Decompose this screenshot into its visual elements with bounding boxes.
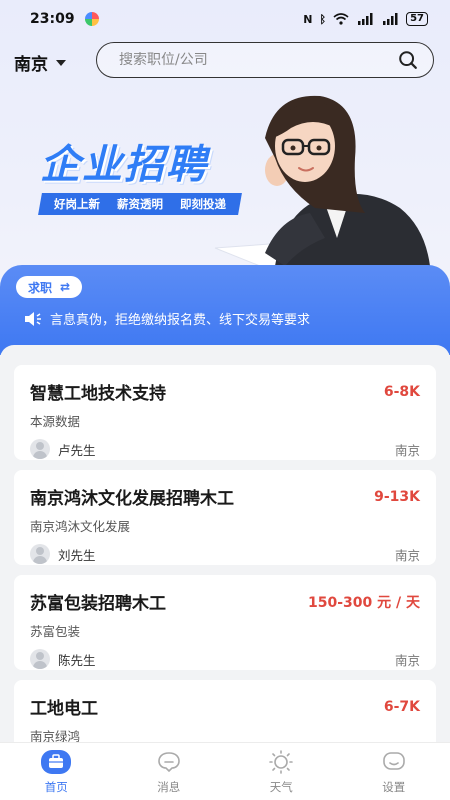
hero-title: 企业招聘 [40,142,208,188]
job-card[interactable]: 苏富包装招聘木工 150-300 元 / 天 苏富包装 陈先生 南京 [14,575,436,670]
tab-label: 首页 [44,780,68,794]
notice-panel: 求职 ⇄ 言息真伪，拒绝缴纳报名费、线下交易等要求 [0,265,450,355]
battery-level: 57 [406,12,428,26]
tab-messages[interactable]: 消息 [124,749,214,795]
job-company: 本源数据 [30,414,81,429]
job-list: 智慧工地技术支持 6-8K 本源数据 卢先生 南京 南京鸿沐文化发展招聘木工 9… [0,345,450,745]
businesswoman-illustration [214,95,430,268]
settings-face-icon [379,749,409,775]
wifi-icon [333,13,349,25]
job-salary: 6-8K [383,383,420,400]
tab-label: 设置 [382,780,406,794]
city-selector[interactable]: 南京 [14,50,66,75]
tab-home[interactable]: 首页 [11,749,101,795]
job-card[interactable]: 工地电工 6-7K 南京绿鸿 [14,680,436,745]
avatar [30,439,50,459]
search-icon[interactable] [397,49,419,71]
chat-bubble-icon [154,749,184,775]
job-title: 智慧工地技术支持 [30,384,166,404]
nfc-icon: N [303,12,313,26]
bluetooth-icon: ᛒ [319,12,327,26]
job-title: 工地电工 [30,699,98,719]
sun-icon [266,749,296,775]
tab-label: 消息 [157,780,181,794]
switch-arrows-icon: ⇄ [60,280,71,294]
tagline-item: 好岗上新 [54,197,101,211]
city-label: 南京 [14,55,48,75]
tab-weather[interactable]: 天气 [236,749,326,795]
speaker-icon [25,311,41,326]
tab-label: 天气 [269,780,293,794]
job-city: 南京 [394,442,420,458]
signal-4g-icon [383,13,398,25]
recruiter-name: 卢先生 [58,442,96,458]
job-city: 南京 [394,547,420,563]
job-card[interactable]: 智慧工地技术支持 6-8K 本源数据 卢先生 南京 [14,365,436,460]
recruiter-name: 陈先生 [58,652,96,668]
job-salary: 9-13K [374,488,420,505]
search-box[interactable] [96,42,434,78]
caret-down-icon [56,59,66,66]
tagline-item: 薪资透明 [116,197,163,211]
job-card[interactable]: 南京鸿沐文化发展招聘木工 9-13K 南京鸿沐文化发展 刘先生 南京 [14,470,436,565]
app-notification-icon [84,12,99,26]
job-company: 苏富包装 [30,624,81,639]
job-title: 南京鸿沐文化发展招聘木工 [30,489,234,509]
recruiter: 刘先生 [30,544,96,564]
job-company: 南京鸿沐文化发展 [30,519,131,534]
job-salary: 6-7K [383,698,420,715]
job-city: 南京 [394,652,420,668]
recruiter: 陈先生 [30,649,96,669]
job-seeking-mode-toggle[interactable]: 求职 ⇄ [16,276,83,298]
avatar [30,649,50,669]
job-title: 苏富包装招聘木工 [30,594,166,614]
mode-label: 求职 [28,280,53,295]
safety-notice: 言息真伪，拒绝缴纳报名费、线下交易等要求 [24,309,310,328]
avatar [30,544,50,564]
bottom-tab-bar: 首页 消息 天气 设置 [0,742,450,800]
signal-4g-icon [358,13,373,25]
status-time: 23:09 [30,11,75,27]
search-input[interactable] [119,52,397,68]
notice-text: 言息真伪，拒绝缴纳报名费、线下交易等要求 [50,313,311,328]
tab-settings[interactable]: 设置 [349,749,439,795]
job-salary: 150-300 元 / 天 [308,594,420,611]
recruiter: 卢先生 [30,439,96,459]
recruiter-name: 刘先生 [58,547,96,563]
briefcase-icon [41,749,72,775]
status-bar: 23:09 N ᛒ 57 [0,0,450,38]
